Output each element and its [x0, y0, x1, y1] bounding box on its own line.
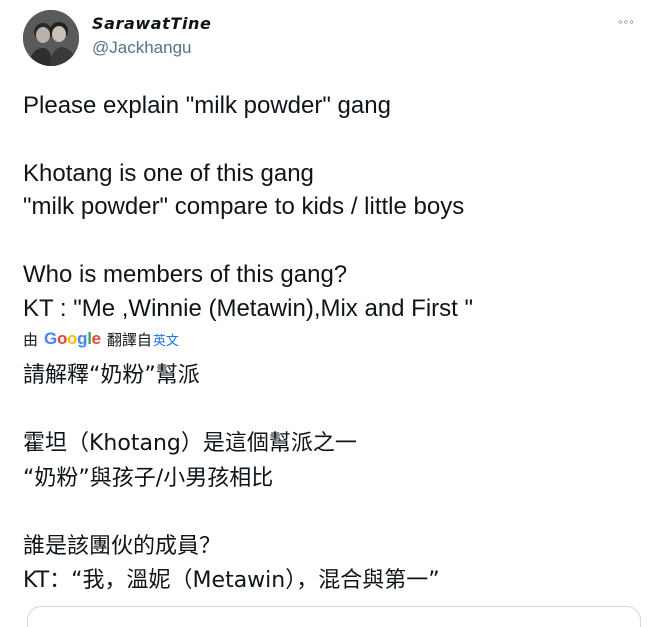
google-logo: Google	[44, 329, 101, 348]
source-language-link[interactable]: 英文	[153, 330, 179, 349]
tweet: SarawatTine @Jackhangu ◦◦◦ Please explai…	[0, 0, 656, 627]
translation-attribution: 由 Google 翻譯自 英文	[23, 328, 179, 350]
translated-tweet-text: 請解釋“奶粉”幫派 霍坦（Khotang）是這個幫派之一 “奶粉”與孩子/小男孩…	[23, 363, 440, 594]
avatar-photo	[23, 10, 79, 66]
translation-prefix: 由	[23, 331, 39, 349]
translation-label: 翻譯自	[106, 331, 152, 349]
avatar[interactable]	[23, 10, 79, 66]
tweet-text: Please explain "milk powder" gang Khotan…	[23, 92, 474, 322]
quoted-card-edge[interactable]	[27, 606, 641, 627]
more-options-icon[interactable]: ◦◦◦	[618, 14, 635, 29]
display-name[interactable]: SarawatTine	[92, 14, 211, 33]
user-handle[interactable]: @Jackhangu	[92, 38, 192, 58]
